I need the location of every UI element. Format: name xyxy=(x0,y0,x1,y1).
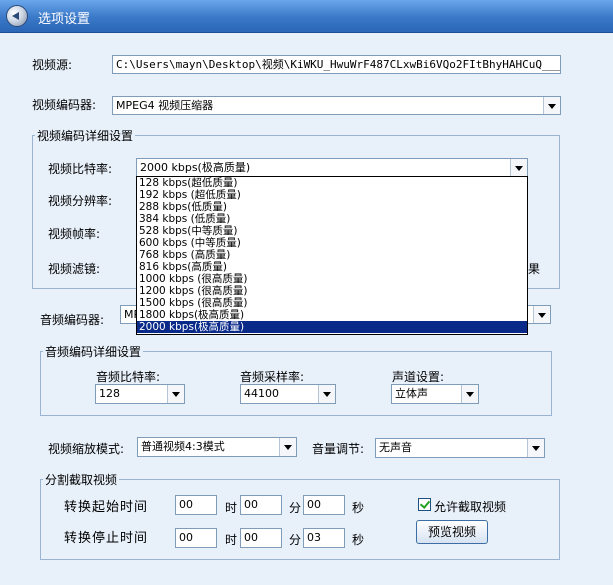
list-item[interactable]: 384 kbps (低质量) xyxy=(137,213,527,225)
audio-samplerate-select[interactable]: 44100 xyxy=(240,384,336,404)
list-item[interactable]: 1500 kbps (很高质量) xyxy=(137,297,527,309)
volume-value: 无声音 xyxy=(379,441,412,454)
volume-select[interactable]: 无声音 xyxy=(375,438,545,458)
scale-mode-select[interactable]: 普通视频4:3模式 xyxy=(137,437,297,457)
window-title: 选项设置 xyxy=(38,12,91,27)
stop-second-field[interactable]: 03 xyxy=(303,528,345,548)
scale-mode-value: 普通视频4:3模式 xyxy=(141,440,225,453)
minute-unit: 分 xyxy=(289,501,302,515)
allow-cut-checkbox[interactable] xyxy=(418,498,431,511)
audio-encoder-label: 音频编码器: xyxy=(40,313,105,327)
chevron-down-icon[interactable] xyxy=(167,385,184,403)
list-item[interactable]: 528 kbps(中等质量) xyxy=(137,225,527,237)
chevron-down-icon[interactable] xyxy=(527,439,544,457)
stop-time-label: 转换停止时间 xyxy=(64,531,149,546)
list-item[interactable]: 1800 kbps(极高质量) xyxy=(137,309,527,321)
video-encoder-label: 视频编码器: xyxy=(32,98,97,112)
second-unit: 秒 xyxy=(352,501,365,515)
list-item[interactable]: 288 kbps(低质量) xyxy=(137,201,527,213)
start-minute-field[interactable]: 00 xyxy=(240,495,282,515)
allow-cut-label: 允许截取视频 xyxy=(434,500,507,514)
minute-unit: 分 xyxy=(289,533,302,547)
list-item[interactable]: 128 kbps(超低质量) xyxy=(137,177,527,189)
scale-mode-label: 视频缩放模式: xyxy=(48,442,125,456)
volume-label: 音量调节: xyxy=(312,442,365,456)
video-source-label: 视频源: xyxy=(32,58,73,72)
video-source-field[interactable]: C:\Users\mayn\Desktop\视频\KiWKU_HwuWrF487… xyxy=(112,55,561,74)
hour-unit: 时 xyxy=(225,533,238,547)
preview-video-button[interactable]: 预览视频 xyxy=(416,520,488,544)
video-bitrate-value: 2000 kbps(极高质量) xyxy=(140,161,251,174)
start-hour-field[interactable]: 00 xyxy=(175,495,217,515)
list-item[interactable]: 1200 kbps (很高质量) xyxy=(137,285,527,297)
start-second-field[interactable]: 00 xyxy=(303,495,345,515)
video-bitrate-dropdown-list[interactable]: 128 kbps(超低质量) 192 kbps (超低质量) 288 kbps(… xyxy=(136,176,528,335)
video-bitrate-label: 视频比特率: xyxy=(48,162,113,176)
back-arrow-icon[interactable] xyxy=(6,5,28,27)
list-item[interactable]: 600 kbps (中等质量) xyxy=(137,237,527,249)
video-encoder-value: MPEG4 视频压缩器 xyxy=(116,99,214,112)
start-time-label: 转换起始时间 xyxy=(64,500,149,515)
video-filter-label: 视频滤镜: xyxy=(48,262,101,276)
video-encoder-select[interactable]: MPEG4 视频压缩器 xyxy=(112,96,561,115)
video-bitrate-select[interactable]: 2000 kbps(极高质量) xyxy=(136,158,528,177)
stop-hour-field[interactable]: 00 xyxy=(175,528,217,548)
second-unit: 秒 xyxy=(352,533,365,547)
list-item[interactable]: 192 kbps (超低质量) xyxy=(137,189,527,201)
chevron-down-icon[interactable] xyxy=(543,97,560,114)
channel-label: 声道设置: xyxy=(392,370,445,384)
audio-detail-group-title: 音频编码详细设置 xyxy=(43,343,144,360)
chevron-down-icon[interactable] xyxy=(279,438,296,456)
list-item[interactable]: 1000 kbps (很高质量) xyxy=(137,273,527,285)
audio-bitrate-label: 音频比特率: xyxy=(96,370,161,384)
title-bar: 选项设置 xyxy=(0,0,613,33)
chevron-down-icon[interactable] xyxy=(510,159,527,176)
video-filter-value-partial: 果 xyxy=(528,262,541,276)
chevron-down-icon[interactable] xyxy=(461,385,478,403)
stop-minute-field[interactable]: 00 xyxy=(240,528,282,548)
cut-group-title: 分割截取视频 xyxy=(43,471,120,488)
audio-bitrate-select[interactable]: 128 xyxy=(95,384,185,404)
chevron-down-icon[interactable] xyxy=(318,385,335,403)
audio-samplerate-label: 音频采样率: xyxy=(240,370,305,384)
list-item[interactable]: 768 kbps (高质量) xyxy=(137,249,527,261)
video-resolution-label: 视频分辨率: xyxy=(48,194,113,208)
video-detail-group-title: 视频编码详细设置 xyxy=(35,127,136,144)
channel-select[interactable]: 立体声 xyxy=(391,384,479,404)
list-item-selected[interactable]: 2000 kbps(极高质量) xyxy=(137,321,527,333)
list-item[interactable]: 816 kbps(高质量) xyxy=(137,261,527,273)
hour-unit: 时 xyxy=(225,501,238,515)
video-framerate-label: 视频帧率: xyxy=(48,227,101,241)
chevron-down-icon[interactable] xyxy=(533,306,550,323)
